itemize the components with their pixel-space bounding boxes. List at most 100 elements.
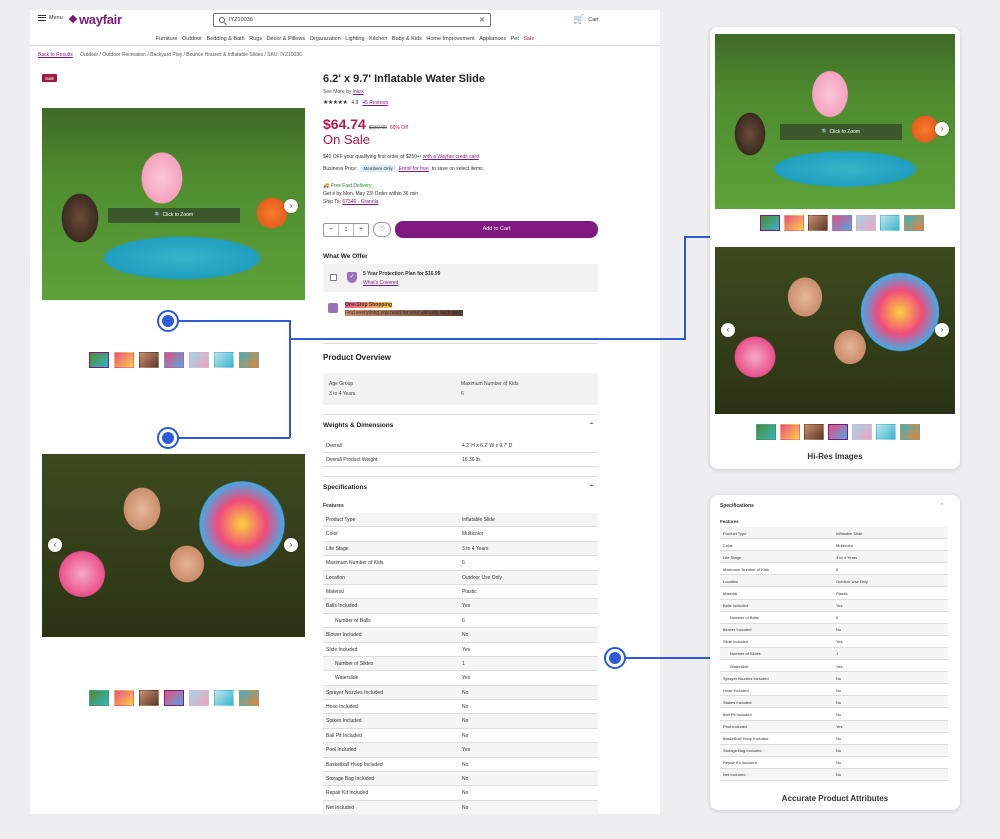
card-product-image[interactable]: 🔍 Click to Zoom › bbox=[715, 34, 955, 209]
thumbnail[interactable] bbox=[828, 424, 848, 440]
attribute-name: Hose Included bbox=[723, 687, 749, 693]
back-to-results-link[interactable]: Back to Results bbox=[38, 52, 73, 58]
click-to-zoom-overlay[interactable]: 🔍 Click to Zoom bbox=[780, 124, 902, 140]
add-to-cart-button[interactable]: Add to Cart bbox=[395, 221, 598, 238]
protection-plan-text: 5 Year Protection Plan for $16.99 bbox=[363, 271, 441, 277]
thumbnail[interactable] bbox=[164, 352, 184, 368]
thumbnail[interactable] bbox=[880, 215, 900, 231]
category-link[interactable]: Pet bbox=[511, 36, 519, 45]
thumbnail[interactable] bbox=[900, 424, 920, 440]
table-row: Material Plastic bbox=[323, 585, 598, 600]
thumbnail[interactable] bbox=[756, 424, 776, 440]
divider bbox=[323, 476, 598, 477]
attribute-name: Material bbox=[326, 588, 344, 595]
cart-button[interactable]: 🛒 Cart bbox=[573, 14, 599, 25]
table-row: Overall Product Weight 16.36 lb. bbox=[323, 453, 598, 467]
thumbnail[interactable] bbox=[808, 215, 828, 231]
favorite-heart-icon[interactable]: ♡ bbox=[373, 222, 391, 237]
card-hires-image[interactable]: ‹ › bbox=[715, 247, 955, 414]
thumbnail[interactable] bbox=[876, 424, 896, 440]
search-input[interactable]: IYZ10036 ✕ bbox=[213, 13, 491, 27]
table-row: Life Stage 3 to 4 Years bbox=[323, 541, 598, 557]
category-link[interactable]: Appliances bbox=[479, 36, 506, 45]
thumbnail[interactable] bbox=[139, 352, 159, 368]
category-link[interactable]: Rugs bbox=[249, 36, 262, 45]
thumbnail[interactable] bbox=[904, 215, 924, 231]
click-to-zoom-overlay[interactable]: 🔍 Click to Zoom bbox=[108, 208, 240, 223]
category-link[interactable]: Home Improvement bbox=[426, 36, 474, 45]
thumbnail[interactable] bbox=[139, 690, 159, 706]
clear-search-icon[interactable]: ✕ bbox=[479, 16, 485, 24]
thumbnail[interactable] bbox=[214, 690, 234, 706]
category-link[interactable]: Lighting bbox=[345, 36, 364, 45]
thumbnail[interactable] bbox=[89, 352, 109, 368]
thumbnail[interactable] bbox=[852, 424, 872, 440]
thumbnail[interactable] bbox=[856, 215, 876, 231]
protection-plan-checkbox[interactable] bbox=[330, 274, 337, 281]
product-hires-image[interactable]: ‹ › bbox=[42, 454, 305, 637]
chevron-up-icon[interactable]: ⌃ bbox=[940, 503, 944, 509]
table-row: Sprayer Nozzles Included No bbox=[323, 685, 598, 701]
weights-dimensions-toggle[interactable]: Weights & Dimensions ⌃ bbox=[323, 422, 598, 429]
next-image-button[interactable]: › bbox=[935, 122, 949, 136]
category-link[interactable]: Sale bbox=[523, 36, 534, 45]
qty-decrement-button[interactable]: − bbox=[324, 224, 338, 236]
attribute-value: Yes bbox=[836, 603, 843, 609]
thumbnail[interactable] bbox=[189, 352, 209, 368]
brand-link[interactable]: Intex bbox=[353, 89, 364, 95]
truck-icon: 🚚 bbox=[323, 183, 330, 189]
reviews-link[interactable]: 45 Reviews bbox=[362, 100, 388, 106]
quantity-stepper[interactable]: − 1 + bbox=[323, 223, 369, 237]
thumbnail[interactable] bbox=[780, 424, 800, 440]
category-link[interactable]: Outdoor bbox=[182, 36, 202, 45]
thumbnail[interactable] bbox=[760, 215, 780, 231]
thumbnail[interactable] bbox=[784, 215, 804, 231]
category-link[interactable]: Décor & Pillows bbox=[267, 36, 306, 45]
attribute-name: Storage Bag Included bbox=[326, 776, 375, 783]
thumbnail[interactable] bbox=[214, 352, 234, 368]
thumbnail[interactable] bbox=[239, 690, 259, 706]
specifications-toggle[interactable]: Specifications ⌃ bbox=[323, 484, 598, 491]
thumbnail[interactable] bbox=[114, 690, 134, 706]
thumbnail[interactable] bbox=[239, 352, 259, 368]
ship-to-zip-link[interactable]: 67346 - Granola bbox=[342, 199, 378, 205]
table-row: Pool Included Yes bbox=[323, 743, 598, 758]
category-link[interactable]: Baby & Kids bbox=[392, 36, 422, 45]
thumbnail[interactable] bbox=[89, 690, 109, 706]
attribute-value: No bbox=[836, 627, 842, 633]
thumbnail[interactable] bbox=[114, 352, 134, 368]
whats-covered-link[interactable]: What's Covered bbox=[363, 280, 398, 286]
attribute-name: Life Stage bbox=[326, 545, 349, 552]
attribute-value: No bbox=[462, 704, 469, 711]
attribute-value: Plastic bbox=[836, 590, 848, 596]
attribute-value: No bbox=[462, 732, 469, 739]
menu-button[interactable]: Menu bbox=[38, 15, 63, 21]
qty-increment-button[interactable]: + bbox=[354, 224, 368, 236]
category-link[interactable]: Kitchen bbox=[369, 36, 387, 45]
prev-image-button[interactable]: ‹ bbox=[721, 323, 735, 337]
prev-image-button[interactable]: ‹ bbox=[48, 538, 62, 552]
table-row: Location Outdoor Use Only bbox=[323, 570, 598, 585]
free-delivery-label: Free Fast Delivery bbox=[330, 183, 372, 189]
thumbnail[interactable] bbox=[164, 690, 184, 706]
category-link[interactable]: Furniture bbox=[156, 36, 178, 45]
thumbnail[interactable] bbox=[832, 215, 852, 231]
next-image-button[interactable]: › bbox=[284, 199, 298, 213]
table-row: Material Plastic bbox=[720, 587, 948, 600]
attribute-value: Outdoor Use Only bbox=[462, 574, 503, 581]
enroll-link[interactable]: Enroll for free bbox=[399, 166, 429, 172]
category-link[interactable]: Bedding & Bath bbox=[207, 36, 245, 45]
hires-card-title: Hi-Res Images bbox=[807, 452, 863, 461]
thumbnail[interactable] bbox=[189, 690, 209, 706]
thumbnail[interactable] bbox=[804, 424, 824, 440]
attribute-name: Stakes Included bbox=[326, 718, 362, 725]
wayfair-logo[interactable]: wayfair bbox=[68, 12, 122, 27]
next-image-button[interactable]: › bbox=[935, 323, 949, 337]
category-link[interactable]: Organization bbox=[310, 36, 341, 45]
credit-card-link[interactable]: with a Wayfair credit card bbox=[423, 154, 479, 160]
product-main-image[interactable]: 🔍 Click to Zoom › bbox=[42, 108, 305, 300]
qty-value[interactable]: 1 bbox=[338, 224, 354, 236]
next-image-button[interactable]: › bbox=[284, 538, 298, 552]
attribute-name: Waterslide bbox=[730, 663, 749, 669]
breadcrumb-path[interactable]: Outdoor / Outdoor Recreation / Backyard … bbox=[80, 52, 302, 58]
